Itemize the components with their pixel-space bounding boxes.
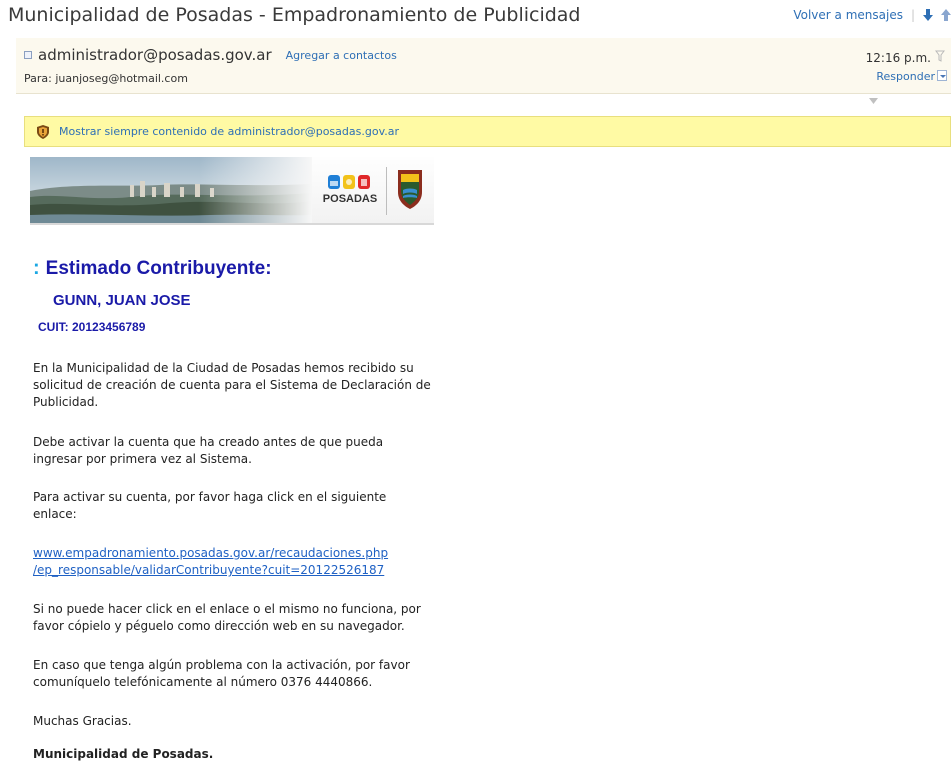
reply-dropdown-chevron-icon[interactable] [937,70,947,81]
back-to-messages-link[interactable]: Volver a mensajes [793,8,903,22]
recipient-cuit: CUIT: 20123456789 [38,320,146,334]
activation-link[interactable]: www.empadronamiento.posadas.gov.ar/recau… [33,545,473,579]
posadas-banner: POSADAS [30,157,434,225]
recipient-line: Para: juanjoseg@hotmail.com [24,72,188,85]
recipient-name: GUNN, JUAN JOSE [53,292,191,309]
message-header: administrador@posadas.gov.ar Agregar a c… [16,38,951,94]
paragraph-copy-paste: Si no puede hacer click en el enlace o e… [33,602,421,633]
paragraph-contact-phone: En caso que tenga algún problema con la … [33,658,410,689]
posadas-logo-mark-icon [328,175,370,189]
paragraph-activate-account: Debe activar la cuenta que ha creado ant… [33,435,384,466]
show-content-notice: Mostrar siempre contenido de administrad… [24,116,951,147]
contact-status-icon [24,51,32,59]
flag-icon[interactable] [935,50,945,62]
top-actions: Volver a mensajes | [793,8,951,22]
activation-link-line-1[interactable]: www.empadronamiento.posadas.gov.ar/recau… [33,545,473,562]
posadas-logo-text: POSADAS [322,193,378,205]
paragraph-thanks: Muchas Gracias. [33,714,132,728]
posadas-logo: POSADAS [322,171,378,211]
sender-row: administrador@posadas.gov.ar Agregar a c… [24,46,397,64]
message-time: 12:16 p.m. [865,51,931,65]
banner-divider [386,167,387,215]
add-to-contacts-link[interactable]: Agregar a contactos [286,49,397,62]
separator: | [910,8,915,22]
message-subject: Municipalidad de Posadas - Empadronamien… [8,4,581,26]
next-message-arrow-icon[interactable] [923,9,933,21]
paragraph-click-link: Para activar su cuenta, por favor haga c… [33,490,387,521]
crest-icon [398,170,422,209]
activation-link-line-2[interactable]: /ep_responsable/validarContribuyente?cui… [33,562,473,579]
city-photo [30,157,312,223]
subject-bar: Municipalidad de Posadas - Empadronamien… [0,0,951,36]
signature: Municipalidad de Posadas. [33,747,214,761]
greeting-heading: : Estimado Contribuyente: [33,257,272,280]
always-show-content-link[interactable]: Mostrar siempre contenido de administrad… [59,125,399,138]
paragraph-request-received: En la Municipalidad de la Ciudad de Posa… [33,361,431,409]
shield-icon [37,125,49,139]
prev-message-arrow-icon[interactable] [941,9,951,21]
greeting-text: Estimado Contribuyente: [45,258,272,279]
sender-address[interactable]: administrador@posadas.gov.ar [38,46,272,64]
greeting-colon: : [33,257,40,279]
reply-button[interactable]: Responder [876,70,935,83]
collapse-header-icon[interactable] [869,98,878,104]
